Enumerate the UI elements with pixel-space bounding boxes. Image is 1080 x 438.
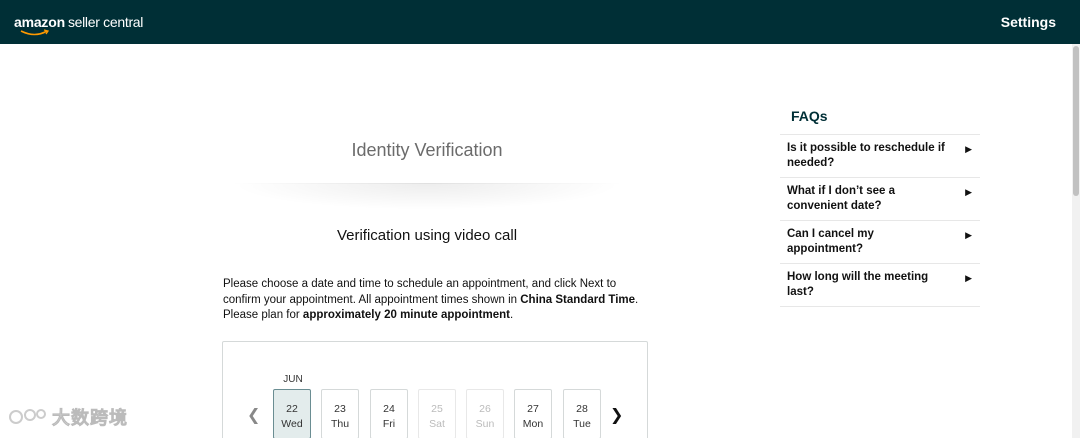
- date-number: 24: [383, 403, 395, 415]
- amazon-seller-central-logo[interactable]: amazon seller central: [14, 14, 144, 36]
- timezone-text: China Standard Time: [520, 293, 636, 306]
- date-number: 26: [479, 403, 491, 415]
- date-weekday: Tue: [573, 418, 591, 430]
- caret-right-icon: ▶: [965, 144, 972, 154]
- chevron-left-icon[interactable]: ❮: [247, 405, 260, 425]
- date-option[interactable]: 24 Fri: [370, 389, 408, 438]
- date-weekday: Wed: [281, 418, 303, 430]
- watermark-logo-icon: [9, 409, 46, 424]
- caret-right-icon: ▶: [965, 187, 972, 197]
- settings-link[interactable]: Settings: [1001, 14, 1056, 30]
- date-option: 25 Sat: [418, 389, 456, 438]
- date-option[interactable]: 28 Tue: [563, 389, 601, 438]
- faq-title: FAQs: [780, 104, 980, 135]
- watermark-text: 大数跨境: [52, 408, 128, 429]
- date-picker: JUN ❮ 22 Wed 23 Thu 24 Fri 25 Sat 26 Sun…: [222, 341, 648, 438]
- date-weekday: Sun: [475, 418, 495, 430]
- date-number: 27: [527, 403, 539, 415]
- date-number: 23: [334, 403, 346, 415]
- date-option: 26 Sun: [466, 389, 504, 438]
- date-option[interactable]: 22 Wed: [273, 389, 311, 438]
- top-navigation-bar: amazon seller central Settings: [0, 0, 1080, 44]
- date-weekday: Sat: [429, 418, 445, 430]
- date-weekday: Mon: [522, 418, 544, 430]
- chevron-right-icon[interactable]: ❯: [610, 405, 623, 425]
- faq-question: Is it possible to reschedule if needed?: [787, 142, 945, 169]
- instructions-part: .: [509, 309, 514, 321]
- caret-right-icon: ▶: [965, 273, 972, 283]
- date-option[interactable]: 23 Thu: [321, 389, 359, 438]
- date-weekday: Thu: [330, 418, 350, 430]
- section-subtitle: Verification using video call: [336, 227, 518, 244]
- date-number: 22: [286, 403, 298, 415]
- faq-question: What if I don’t see a convenient date?: [787, 185, 895, 212]
- date-weekday: Fri: [382, 418, 396, 430]
- date-option[interactable]: 27 Mon: [514, 389, 552, 438]
- logo-brand-text: amazon: [14, 14, 65, 30]
- title-divider-shadow: [232, 184, 622, 210]
- date-number: 28: [576, 403, 588, 415]
- caret-right-icon: ▶: [965, 230, 972, 240]
- duration-text: approximately 20 minute appointment: [302, 309, 510, 321]
- faq-item[interactable]: What if I don’t see a convenient date? ▶: [780, 178, 980, 221]
- faq-panel: FAQs Is it possible to reschedule if nee…: [780, 104, 980, 307]
- faq-item[interactable]: How long will the meeting last? ▶: [780, 264, 980, 307]
- amazon-smile-icon: [20, 29, 50, 36]
- faq-question: How long will the meeting last?: [787, 271, 929, 298]
- faq-item[interactable]: Is it possible to reschedule if needed? …: [780, 135, 980, 178]
- page-title: Identity Verification: [351, 140, 503, 160]
- date-number: 25: [431, 403, 443, 415]
- month-label: JUN: [283, 374, 303, 385]
- watermark: 大数跨境: [8, 404, 128, 430]
- scrollbar-thumb[interactable]: [1073, 46, 1079, 196]
- instructions-text: Please choose a date and time to schedul…: [223, 277, 643, 324]
- faq-item[interactable]: Can I cancel my appointment? ▶: [780, 221, 980, 264]
- logo-product-text: seller central: [67, 14, 144, 30]
- faq-question: Can I cancel my appointment?: [787, 228, 874, 255]
